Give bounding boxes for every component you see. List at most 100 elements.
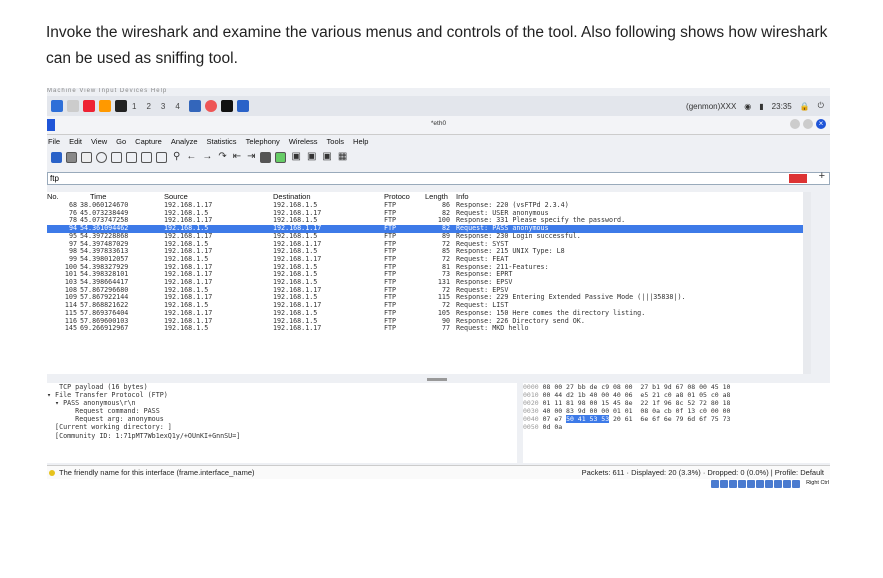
- restart-capture-icon[interactable]: [81, 151, 92, 163]
- col-time[interactable]: Time: [90, 192, 106, 201]
- packet-row[interactable]: 100 54.398327929 192.168.1.17 192.168.1.5 FT…: [47, 263, 803, 272]
- back-icon[interactable]: ←: [186, 152, 196, 162]
- terminal-icon[interactable]: [83, 100, 95, 112]
- normal-size-icon[interactable]: ▣: [322, 152, 331, 162]
- packet-row[interactable]: 115 57.869376404 192.168.1.17 192.168.1.5 FT…: [47, 309, 803, 318]
- vm-audio-icon[interactable]: [729, 480, 737, 488]
- packet-row[interactable]: 103 54.398664417 192.168.1.17 192.168.1.5 FT…: [47, 278, 803, 287]
- open-file-icon[interactable]: [111, 151, 122, 163]
- packet-row[interactable]: 98 54.397833613 192.168.1.17 192.168.1.5 FTP…: [47, 247, 803, 256]
- go-to-packet-icon[interactable]: ↷: [218, 152, 226, 162]
- col-no[interactable]: No.: [47, 192, 59, 201]
- vm-display-icon[interactable]: [765, 480, 773, 488]
- menu-view[interactable]: View: [91, 137, 107, 146]
- search-icon[interactable]: ⚲: [173, 152, 180, 162]
- lock-icon[interactable]: 🔒: [800, 102, 810, 111]
- packet-row[interactable]: 114 57.868821622 192.168.1.5 192.168.1.17 FT…: [47, 301, 803, 310]
- power-icon[interactable]: ⏻: [818, 101, 824, 111]
- zoom-in-icon[interactable]: ▣: [292, 152, 301, 162]
- detail-tree-item[interactable]: TCP payload (16 bytes): [47, 383, 517, 391]
- vm-network-icon[interactable]: [738, 480, 746, 488]
- vm-disk-icon[interactable]: [711, 480, 719, 488]
- app-icon[interactable]: [204, 100, 217, 112]
- window-icon[interactable]: [220, 100, 233, 112]
- first-packet-icon[interactable]: ⇤: [233, 152, 241, 162]
- menu-capture[interactable]: Capture: [135, 137, 162, 146]
- menu-edit[interactable]: Edit: [69, 137, 82, 146]
- resize-columns-icon[interactable]: ▦: [338, 152, 347, 162]
- menu-telephony[interactable]: Telephony: [246, 137, 280, 146]
- col-source[interactable]: Source: [164, 192, 188, 201]
- workspace-2[interactable]: 2: [146, 102, 150, 111]
- kali-menu-icon[interactable]: [51, 100, 63, 112]
- zoom-out-icon[interactable]: ▣: [307, 152, 316, 162]
- packet-row[interactable]: 99 54.398012057 192.168.1.5 192.168.1.17 FTP…: [47, 255, 803, 264]
- close-button[interactable]: ×: [816, 119, 826, 129]
- packet-row[interactable]: 109 57.867922144 192.168.1.17 192.168.1.5 FT…: [47, 294, 803, 302]
- detail-tree-item[interactable]: ▾ PASS anonymous\r\n: [47, 399, 517, 407]
- save-file-icon[interactable]: [126, 151, 137, 163]
- capture-options-icon[interactable]: [96, 151, 107, 163]
- menu-help[interactable]: Help: [353, 137, 368, 146]
- packet-row[interactable]: 94 54.361094462 192.168.1.5 192.168.1.17 FTP…: [47, 224, 803, 233]
- last-packet-icon[interactable]: ⇥: [247, 152, 255, 162]
- autoscroll-icon[interactable]: [259, 151, 271, 163]
- minimize-button[interactable]: [790, 119, 800, 129]
- wireshark-task-icon[interactable]: [188, 100, 201, 112]
- notification-icon[interactable]: ◉: [744, 102, 751, 111]
- packet-row[interactable]: 95 54.397228868 192.168.1.17 192.168.1.5 FTP…: [47, 232, 803, 241]
- vm-usb-icon[interactable]: [747, 480, 755, 488]
- menu-file[interactable]: File: [48, 137, 60, 146]
- packet-row[interactable]: 68 38.060124670 192.168.1.17 192.168.1.5 FTP…: [47, 201, 803, 210]
- forward-icon[interactable]: →: [202, 152, 212, 162]
- workspace-3[interactable]: 3: [161, 102, 165, 111]
- packet-row[interactable]: 145 69.266912967 192.168.1.5 192.168.1.17 FT…: [47, 324, 803, 333]
- detail-tree-item[interactable]: ▾ File Transfer Protocol (FTP): [47, 391, 517, 399]
- menu-wireless[interactable]: Wireless: [289, 137, 318, 146]
- menu-analyze[interactable]: Analyze: [171, 137, 198, 146]
- display-filter-input[interactable]: ftp +: [47, 171, 830, 185]
- packet-row[interactable]: 116 57.869600103 192.168.1.17 192.168.1.5 FT…: [47, 317, 803, 326]
- close-file-icon[interactable]: [141, 151, 152, 163]
- add-filter-button[interactable]: +: [819, 171, 825, 182]
- stop-capture-icon[interactable]: [66, 151, 77, 163]
- col-protocol[interactable]: Protoco: [384, 192, 410, 201]
- workspace-1[interactable]: 1: [132, 102, 136, 111]
- vm-cpu-icon[interactable]: [783, 480, 791, 488]
- packet-row[interactable]: 78 45.073747258 192.168.1.17 192.168.1.5 FTP…: [47, 217, 803, 225]
- menu-statistics[interactable]: Statistics: [207, 137, 237, 146]
- detail-tree-item[interactable]: [Community ID: 1:71pMT7Wb1exQ1y/+OUnKI+G…: [47, 432, 517, 440]
- detail-tree-item[interactable]: [Current working directory: ]: [47, 423, 517, 431]
- vm-optical-icon[interactable]: [720, 480, 728, 488]
- detail-tree-item[interactable]: Request command: PASS: [47, 407, 517, 415]
- maximize-button[interactable]: [803, 119, 813, 129]
- colorize-icon[interactable]: [274, 151, 286, 163]
- packet-bytes-pane[interactable]: 0000 08 00 27 bb de c9 08 00 27 b1 9d 67…: [523, 383, 830, 463]
- vm-recording-icon[interactable]: [774, 480, 782, 488]
- apply-filter-button[interactable]: [789, 174, 807, 183]
- packet-row[interactable]: 97 54.397487029 192.168.1.5 192.168.1.17 FTP…: [47, 240, 803, 249]
- menu-go[interactable]: Go: [116, 137, 126, 146]
- col-destination[interactable]: Destination: [273, 192, 311, 201]
- col-info[interactable]: Info: [456, 192, 469, 201]
- col-length[interactable]: Length: [425, 192, 448, 201]
- packet-row[interactable]: 108 57.867296680 192.168.1.5 192.168.1.17 FT…: [47, 286, 803, 295]
- reload-file-icon[interactable]: [156, 151, 167, 163]
- packet-row[interactable]: 76 45.073238449 192.168.1.5 192.168.1.17 FTP…: [47, 209, 803, 218]
- files-icon[interactable]: [67, 100, 79, 112]
- menu-tools[interactable]: Tools: [327, 137, 345, 146]
- vm-mouse-icon[interactable]: [792, 480, 800, 488]
- expert-info-icon[interactable]: [49, 470, 55, 476]
- firefox-icon[interactable]: [99, 100, 111, 112]
- shark-fin-icon[interactable]: [236, 100, 249, 112]
- start-capture-icon[interactable]: [51, 151, 62, 163]
- detail-tree-item[interactable]: Request arg: anonymous: [47, 415, 517, 423]
- packet-details-pane[interactable]: TCP payload (16 bytes) ▾ File Transfer Pr…: [47, 383, 517, 463]
- workspace-4[interactable]: 4: [175, 102, 179, 111]
- pane-splitter-handle[interactable]: [427, 378, 447, 381]
- shell-icon[interactable]: [115, 100, 127, 112]
- vm-shared-folder-icon[interactable]: [756, 480, 764, 488]
- packet-list-scrollbar[interactable]: [803, 192, 811, 374]
- packet-row[interactable]: 101 54.398328101 192.168.1.17 192.168.1.5 FT…: [47, 271, 803, 279]
- packet-list[interactable]: 68 38.060124670 192.168.1.17 192.168.1.5 FTP…: [47, 201, 803, 374]
